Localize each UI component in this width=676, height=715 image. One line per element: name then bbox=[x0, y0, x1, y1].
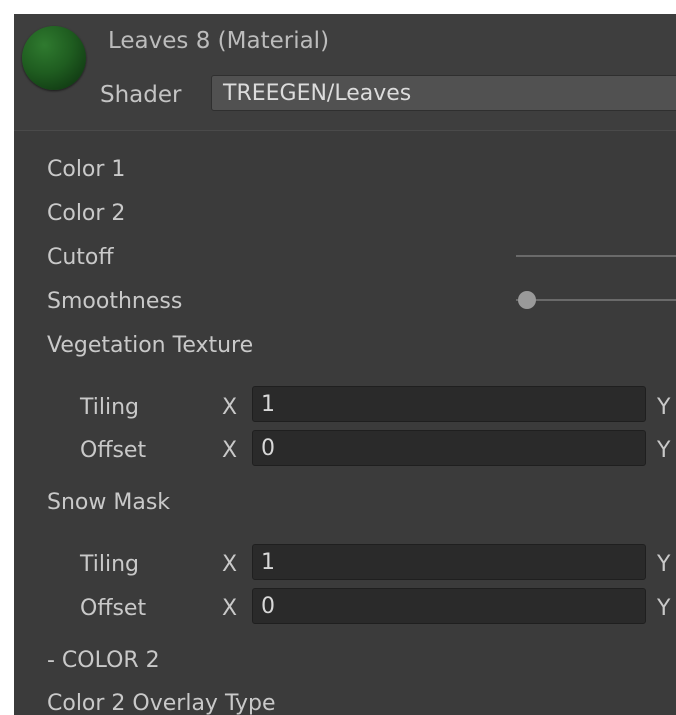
color1-label: Color 1 bbox=[47, 157, 126, 182]
shader-dropdown[interactable]: TREEGEN/Leaves bbox=[211, 75, 676, 111]
shader-label: Shader bbox=[100, 82, 182, 108]
smoothness-slider-track[interactable] bbox=[516, 299, 676, 301]
snow-tiling-x-value: 1 bbox=[261, 550, 275, 575]
material-header: Leaves 8 (Material) Shader TREEGEN/Leave… bbox=[14, 14, 676, 131]
snow-offset-x-label: X bbox=[222, 596, 238, 621]
vegetation-offset-x-field[interactable]: 0 bbox=[252, 430, 646, 466]
snow-offset-x-value: 0 bbox=[261, 594, 275, 619]
smoothness-label: Smoothness bbox=[47, 289, 183, 314]
snow-mask-label: Snow Mask bbox=[47, 490, 171, 515]
cutoff-slider-track[interactable] bbox=[516, 255, 676, 257]
shader-dropdown-value: TREEGEN/Leaves bbox=[223, 81, 412, 106]
material-preview-sphere-icon[interactable] bbox=[22, 26, 86, 90]
vegetation-tiling-label: Tiling bbox=[80, 395, 140, 420]
vegetation-texture-label: Vegetation Texture bbox=[47, 333, 254, 358]
snow-offset-y-label: Y bbox=[657, 596, 671, 621]
snow-tiling-y-label: Y bbox=[657, 552, 671, 577]
vegetation-tiling-x-label: X bbox=[222, 395, 238, 420]
material-inspector-panel: Leaves 8 (Material) Shader TREEGEN/Leave… bbox=[14, 14, 676, 715]
snow-tiling-x-field[interactable]: 1 bbox=[252, 544, 646, 580]
cutoff-label: Cutoff bbox=[47, 245, 114, 270]
vegetation-tiling-y-label: Y bbox=[657, 395, 671, 420]
material-title: Leaves 8 (Material) bbox=[108, 28, 330, 54]
color2-label: Color 2 bbox=[47, 201, 126, 226]
vegetation-offset-x-label: X bbox=[222, 438, 238, 463]
snow-tiling-x-label: X bbox=[222, 552, 238, 577]
color2-overlay-type-label: Color 2 Overlay Type bbox=[47, 691, 276, 715]
vegetation-tiling-x-field[interactable]: 1 bbox=[252, 386, 646, 422]
vegetation-offset-label: Offset bbox=[80, 438, 147, 463]
snow-offset-label: Offset bbox=[80, 596, 147, 621]
snow-offset-x-field[interactable]: 0 bbox=[252, 588, 646, 624]
smoothness-slider-thumb[interactable] bbox=[518, 291, 536, 309]
vegetation-offset-y-label: Y bbox=[657, 438, 671, 463]
snow-tiling-label: Tiling bbox=[80, 552, 140, 577]
vegetation-tiling-x-value: 1 bbox=[261, 392, 275, 417]
header-divider bbox=[14, 130, 676, 131]
color2-section-header: - COLOR 2 bbox=[47, 648, 160, 673]
vegetation-offset-x-value: 0 bbox=[261, 436, 275, 461]
